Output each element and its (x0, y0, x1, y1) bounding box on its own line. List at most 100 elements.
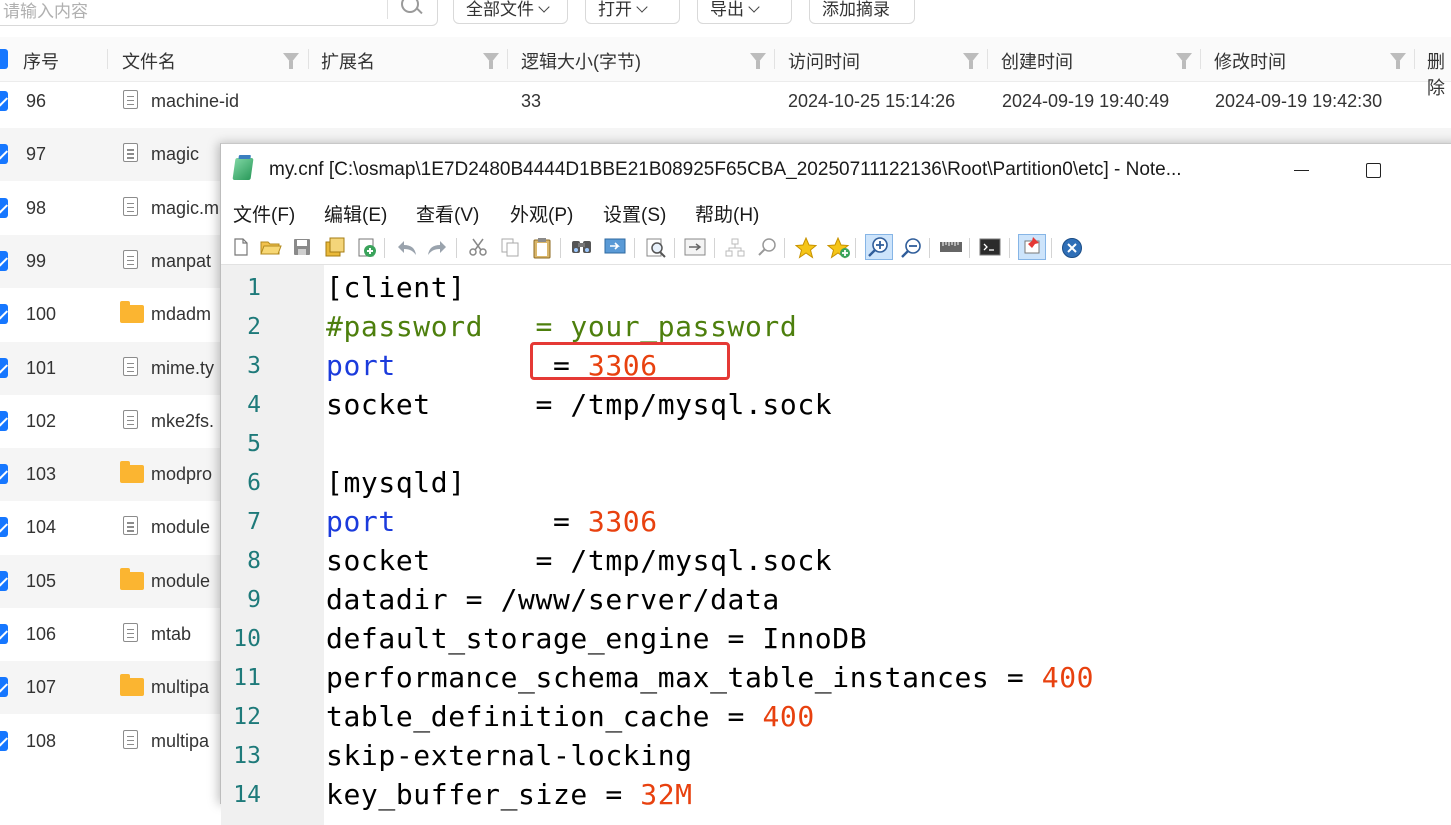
row-checkbox[interactable] (0, 144, 8, 165)
column-header-extension[interactable]: 扩展名 (321, 48, 375, 74)
column-divider[interactable] (774, 49, 775, 69)
toolbar-divider (456, 238, 457, 258)
column-header-logical-size[interactable]: 逻辑大小(字节) (521, 48, 641, 74)
close-button[interactable] (1439, 158, 1451, 184)
code-token-key: port (326, 505, 396, 538)
column-header-created-time[interactable]: 创建时间 (1001, 48, 1073, 74)
replace-icon[interactable] (604, 237, 626, 257)
goto-line-icon[interactable] (684, 237, 706, 257)
file-icon (123, 623, 138, 642)
favorite-icon[interactable] (794, 236, 818, 259)
row-checkbox[interactable] (0, 91, 8, 111)
code-token-plain: table_definition_cache = (326, 700, 763, 733)
save-icon[interactable] (292, 237, 312, 257)
table-row[interactable]: 96 machine-id 33 2024-10-25 15:14:26 2024-09… (0, 75, 1451, 128)
filter-icon[interactable] (1176, 53, 1192, 69)
menu-view[interactable]: 查看(V) (416, 200, 479, 227)
file-icon (123, 356, 138, 376)
filter-icon[interactable] (283, 53, 299, 69)
open-dropdown[interactable]: 打开 (585, 0, 680, 24)
line-number: 1 (247, 275, 261, 301)
column-divider[interactable] (308, 49, 309, 69)
menu-settings[interactable]: 设置(S) (603, 200, 666, 227)
open-label: 打开 (598, 0, 632, 19)
find-icon[interactable] (571, 237, 591, 257)
undo-icon[interactable] (396, 237, 416, 257)
title-bar[interactable]: my.cnf [C:\osmap\1E7D2480B4444D1BBE21B08… (221, 144, 1451, 196)
column-divider[interactable] (507, 49, 508, 69)
column-divider[interactable] (987, 49, 988, 69)
row-checkbox[interactable] (0, 730, 8, 751)
row-checkbox[interactable] (0, 250, 8, 271)
add-favorite-icon[interactable] (826, 236, 850, 259)
row-index: 96 (26, 91, 47, 111)
zoom-out-icon[interactable] (900, 237, 921, 258)
window-title: my.cnf [C:\osmap\1E7D2480B4444D1BBE21B08… (269, 159, 1182, 180)
menu-help[interactable]: 帮助(H) (695, 200, 759, 227)
row-checkbox[interactable] (0, 197, 8, 218)
save-all-icon[interactable] (324, 237, 345, 257)
line-number: 10 (233, 626, 261, 652)
zoom-in-icon[interactable] (865, 234, 893, 260)
row-index: 101 (26, 357, 57, 378)
search-input[interactable]: 请输入内容 (0, 0, 438, 26)
file-icon (123, 249, 138, 269)
redo-icon[interactable] (426, 237, 446, 257)
column-divider[interactable] (107, 49, 108, 69)
code-token-plain: key_buffer_size = (326, 778, 641, 811)
find-next-icon[interactable] (756, 237, 776, 257)
reload-icon[interactable] (356, 237, 376, 257)
add-excerpt-button[interactable]: 添加摘录 (809, 0, 915, 24)
ruler-icon[interactable] (939, 237, 962, 257)
code-token-num: 32M (640, 778, 693, 811)
exit-icon[interactable] (1061, 237, 1082, 258)
maximize-button[interactable] (1361, 158, 1407, 184)
filter-icon[interactable] (750, 53, 766, 69)
row-checkbox[interactable] (0, 624, 8, 644)
row-checkbox[interactable] (0, 517, 8, 538)
select-icon[interactable] (724, 237, 745, 257)
cut-icon[interactable] (468, 237, 488, 257)
column-header-index[interactable]: 序号 (23, 48, 59, 74)
menu-edit[interactable]: 编辑(E) (324, 200, 387, 227)
row-index: 97 (26, 144, 47, 165)
toolbar-divider (634, 238, 635, 258)
export-dropdown[interactable]: 导出 (697, 0, 792, 24)
column-divider[interactable] (1414, 49, 1415, 69)
column-header-filename[interactable]: 文件名 (122, 48, 176, 74)
row-checkbox[interactable] (0, 357, 8, 378)
add-excerpt-label: 添加摘录 (822, 0, 890, 19)
new-file-icon[interactable] (231, 237, 251, 257)
folder-icon (120, 301, 144, 324)
pin-icon[interactable] (1018, 234, 1046, 260)
code-token-plain: skip-external-locking (326, 739, 693, 772)
menu-file[interactable]: 文件(F) (233, 200, 295, 227)
menu-appearance[interactable]: 外观(P) (510, 200, 573, 227)
filter-icon[interactable] (1390, 53, 1406, 69)
minimize-button[interactable] (1279, 158, 1325, 184)
row-checkbox[interactable] (0, 464, 8, 485)
terminal-icon[interactable] (979, 237, 1001, 257)
file-name: machine-id (151, 91, 240, 111)
notepad-app-icon (232, 158, 254, 180)
code-token-num: 400 (762, 700, 815, 733)
find-in-files-icon[interactable] (645, 237, 666, 258)
all-files-dropdown[interactable]: 全部文件 (453, 0, 568, 24)
column-divider[interactable] (1200, 49, 1201, 69)
row-checkbox[interactable] (0, 570, 8, 591)
row-checkbox[interactable] (0, 410, 8, 431)
column-header-modified-time[interactable]: 修改时间 (1214, 48, 1286, 74)
row-checkbox[interactable] (0, 304, 8, 325)
select-all-checkbox[interactable] (0, 49, 8, 69)
row-checkbox[interactable] (0, 677, 8, 698)
open-file-icon[interactable] (260, 237, 282, 257)
search-icon[interactable] (401, 0, 419, 13)
filter-icon[interactable] (483, 53, 499, 69)
copy-icon[interactable] (500, 237, 520, 257)
column-header-access-time[interactable]: 访问时间 (788, 48, 860, 74)
filter-icon[interactable] (963, 53, 979, 69)
code-line: performance_schema_max_table_instances =… (326, 661, 1094, 694)
file-name: mke2fs. (151, 410, 215, 431)
paste-icon[interactable] (532, 237, 552, 259)
line-number: 3 (247, 353, 261, 379)
